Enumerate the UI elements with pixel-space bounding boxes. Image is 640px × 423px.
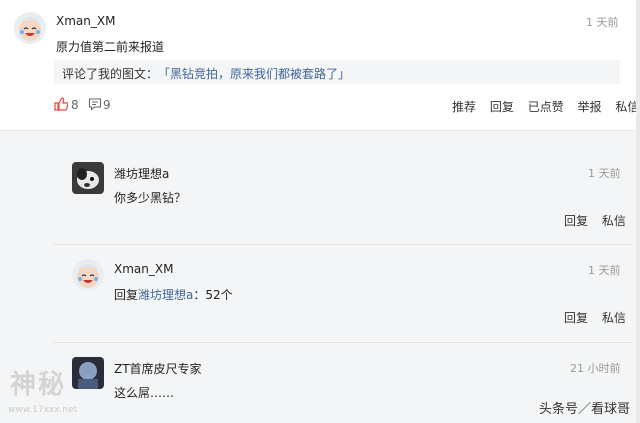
liked-button[interactable]: 已点赞 [528, 100, 564, 114]
username[interactable]: Xman_XM [56, 14, 115, 28]
photo-avatar-icon [72, 357, 104, 389]
quote-prefix: 评论了我的图文： [62, 67, 159, 81]
reply-count: 9 [103, 98, 111, 112]
message-button[interactable]: 私信 [602, 311, 626, 325]
reply-list: 潍坊理想a 1 天前 你多少黑钻？ 回复 私信 Xman_XM 1 天前 回复潍… [54, 148, 636, 423]
timestamp: 1 天前 [586, 16, 619, 29]
avatar[interactable] [72, 259, 104, 291]
article-link[interactable]: 「黑钻竞拍，原来我们都被套路了」 [158, 65, 350, 82]
dog-photo-avatar-icon [72, 162, 104, 194]
avatar[interactable] [72, 162, 104, 194]
comment-bubble-icon [88, 98, 102, 111]
laughing-face-avatar-icon [14, 12, 46, 44]
avatar[interactable] [14, 12, 46, 44]
reply-text: 回复潍坊理想a：52个 [114, 286, 233, 303]
timestamp: 1 天前 [588, 167, 621, 180]
report-button[interactable]: 举报 [578, 100, 602, 114]
list-item: Xman_XM 1 天前 回复潍坊理想a：52个 回复 私信 [54, 245, 632, 342]
main-comment: Xman_XM 1 天前 原力值第二前来报道 评论了我的图文： 「黑钻竞拍，原来… [0, 0, 639, 131]
comment-actions: 推荐 回复 已点赞 举报 私信 [452, 98, 639, 115]
watermark-author: 头条号／看球哥 [538, 402, 630, 417]
reply-button[interactable]: 回复 [564, 214, 588, 228]
watermark-logo: 神秘 [10, 370, 67, 400]
laughing-face-avatar-icon [72, 259, 104, 291]
avatar[interactable] [72, 357, 104, 389]
message-button[interactable]: 私信 [602, 214, 626, 228]
like-count: 8 [71, 98, 79, 112]
like-button[interactable] [54, 97, 70, 113]
reply-button[interactable]: 回复 [564, 311, 588, 325]
reply-actions: 回复 私信 [564, 212, 626, 229]
thumbs-up-icon [54, 97, 69, 111]
quoted-article: 评论了我的图文： 「黑钻竞拍，原来我们都被套路了」 [54, 60, 620, 84]
username[interactable]: 潍坊理想a [114, 165, 169, 182]
recommend-button[interactable]: 推荐 [452, 100, 476, 114]
username[interactable]: Xman_XM [114, 262, 173, 276]
reply-count-button[interactable] [88, 97, 104, 113]
reply-text: 这么屌…… [114, 386, 175, 400]
reply-prefix: 回复 [114, 288, 139, 302]
username[interactable]: ZT首席皮尺专家 [114, 360, 202, 377]
reply-actions: 回复 私信 [564, 309, 626, 326]
list-item: 潍坊理想a 1 天前 你多少黑钻？ 回复 私信 [54, 148, 632, 244]
comment-text: 原力值第二前来报道 [56, 40, 165, 54]
reply-target-link[interactable]: 潍坊理想a [138, 288, 193, 302]
reply-content: ：52个 [193, 288, 233, 302]
timestamp: 1 天前 [588, 264, 621, 277]
timestamp: 21 小时前 [570, 362, 621, 375]
reply-text: 你多少黑钻？ [114, 191, 187, 205]
watermark-url: www.17xxx.net [8, 405, 78, 415]
reply-button[interactable]: 回复 [490, 100, 514, 114]
scrollbar-track[interactable] [636, 0, 640, 423]
